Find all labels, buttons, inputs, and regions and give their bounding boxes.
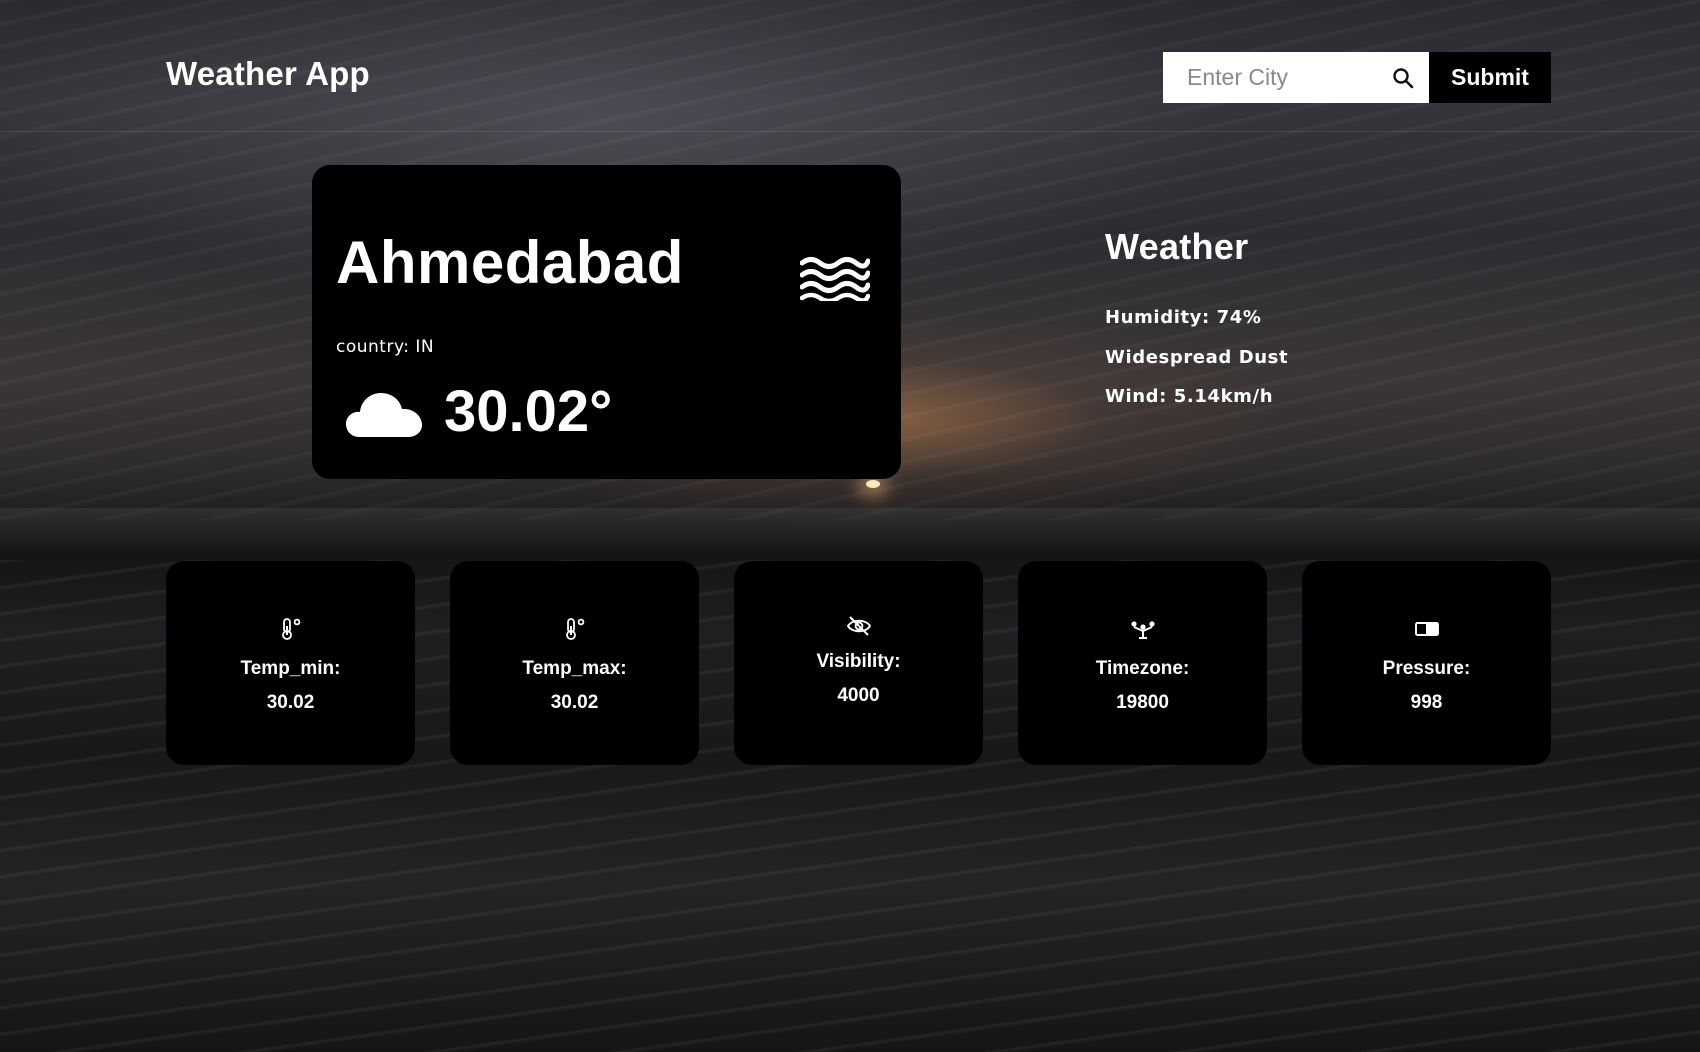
- stat-label: Temp_max:: [522, 658, 627, 679]
- weather-description: Widespread Dust: [1105, 347, 1289, 368]
- stat-card-temp-max: Temp_max: 30.02: [450, 561, 699, 765]
- stat-label: Temp_min:: [240, 658, 341, 679]
- country-label: country: IN: [336, 337, 435, 357]
- stat-card-visibility: Visibility: 4000: [734, 561, 983, 765]
- weather-heading: Weather: [1105, 226, 1249, 267]
- app-title: Weather App: [166, 55, 370, 92]
- stat-value: 30.02: [266, 692, 315, 713]
- background-horizon: [0, 508, 1700, 558]
- stat-value: 30.02: [550, 692, 599, 713]
- timezone-icon: [1130, 621, 1155, 639]
- city-search-input[interactable]: [1163, 52, 1383, 103]
- stat-value: 4000: [837, 685, 880, 706]
- stat-value: 19800: [1116, 692, 1169, 713]
- humidity-text: Humidity: 74%: [1105, 307, 1262, 328]
- thermometer-icon: [565, 618, 584, 640]
- search-box: [1163, 52, 1429, 103]
- stat-value: 998: [1410, 692, 1443, 713]
- temperature-value: 30.02°: [444, 379, 613, 444]
- stat-label: Timezone:: [1095, 658, 1190, 679]
- stat-card-temp-min: Temp_min: 30.02: [166, 561, 415, 765]
- stat-card-pressure: Pressure: 998: [1302, 561, 1551, 765]
- pressure-icon: [1414, 622, 1439, 636]
- cloud-icon: [346, 393, 422, 437]
- current-weather-card: Ahmedabad country: IN 30.02°: [312, 165, 901, 479]
- stat-card-timezone: Timezone: 19800: [1018, 561, 1267, 765]
- wind-text: Wind: 5.14km/h: [1105, 386, 1274, 407]
- submit-button[interactable]: Submit: [1429, 52, 1551, 103]
- city-name: Ahmedabad: [336, 229, 684, 296]
- stat-label: Visibility:: [816, 651, 901, 672]
- search-icon[interactable]: [1391, 66, 1415, 90]
- stat-label: Pressure:: [1382, 658, 1471, 679]
- top-navbar: Weather App Submit: [0, 0, 1700, 132]
- thermometer-icon: [281, 618, 300, 640]
- background-sun: [866, 480, 880, 488]
- waves-icon: [800, 257, 870, 301]
- eye-off-icon: [846, 616, 871, 636]
